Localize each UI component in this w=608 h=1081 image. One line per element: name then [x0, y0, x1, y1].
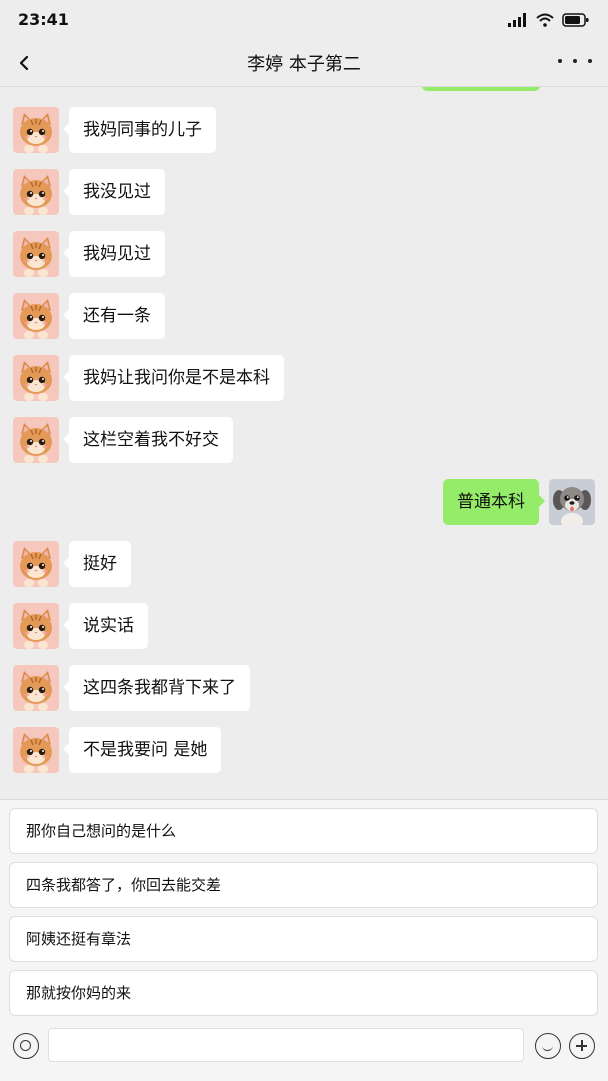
- suggestion-reply[interactable]: 四条我都答了，你回去能交差: [9, 862, 598, 908]
- message-bubble[interactable]: 我妈同事的儿子: [63, 107, 216, 153]
- chat-area[interactable]: 我妈同事的儿子 我没见过我妈见过还有一条我妈让我问你是不是本科 这栏空着我不好交普通…: [0, 87, 608, 799]
- input-row: [0, 1028, 608, 1064]
- more-dot: [588, 59, 592, 63]
- message-incoming: 挺好: [0, 541, 608, 587]
- message-incoming: 这栏空着我不好交: [0, 417, 608, 463]
- message-incoming: 我没见过: [0, 169, 608, 215]
- voice-icon[interactable]: [13, 1033, 39, 1059]
- more-dot: [558, 59, 562, 63]
- message-incoming: 还有一条: [0, 293, 608, 339]
- message-bubble[interactable]: 这四条我都背下来了: [63, 665, 250, 711]
- message-input[interactable]: [48, 1028, 524, 1062]
- more-dot: [573, 59, 577, 63]
- message-incoming: 这四条我都背下来了: [0, 665, 608, 711]
- message-incoming: 不是我要问 是她: [0, 727, 608, 773]
- contact-avatar[interactable]: [13, 665, 59, 711]
- contact-avatar[interactable]: [13, 293, 59, 339]
- message-bubble[interactable]: 我妈让我问你是不是本科: [63, 355, 284, 401]
- message-incoming: 我妈同事的儿子: [0, 107, 608, 153]
- contact-avatar[interactable]: [13, 541, 59, 587]
- suggestion-reply[interactable]: 阿姨还挺有章法: [9, 916, 598, 962]
- contact-avatar[interactable]: [13, 107, 59, 153]
- suggestion-reply[interactable]: 那你自己想问的是什么: [9, 808, 598, 854]
- emoji-icon[interactable]: [535, 1033, 561, 1059]
- message-incoming: 我妈见过: [0, 231, 608, 277]
- wifi-icon: [536, 13, 554, 27]
- message-bubble[interactable]: 我妈见过: [63, 231, 165, 277]
- message-incoming: 说实话: [0, 603, 608, 649]
- message-bubble[interactable]: 我没见过: [63, 169, 165, 215]
- nav-bar: 李婷 本子第二: [0, 40, 608, 87]
- chat-title: 李婷 本子第二: [247, 54, 361, 75]
- contact-avatar[interactable]: [13, 603, 59, 649]
- contact-avatar[interactable]: [13, 417, 59, 463]
- contact-avatar[interactable]: [13, 231, 59, 277]
- reply-panel: 那你自己想问的是什么 四条我都答了，你回去能交差 阿姨还挺有章法 那就按你妈的来: [0, 799, 608, 1081]
- status-icons: [508, 12, 590, 28]
- my-avatar[interactable]: [549, 479, 595, 525]
- message-bubble[interactable]: 挺好: [63, 541, 131, 587]
- battery-icon: [562, 13, 589, 27]
- message-outgoing: 普通本科: [0, 479, 608, 525]
- contact-avatar[interactable]: [13, 355, 59, 401]
- more-button[interactable]: [558, 50, 592, 72]
- signal-icon: [508, 13, 526, 27]
- previous-message-bubble: [422, 87, 540, 91]
- message-bubble[interactable]: 这栏空着我不好交: [63, 417, 233, 463]
- message-bubble[interactable]: 说实话: [63, 603, 148, 649]
- message-incoming: 我妈让我问你是不是本科: [0, 355, 608, 401]
- message-bubble[interactable]: 还有一条: [63, 293, 165, 339]
- status-time: 23:41: [18, 10, 69, 29]
- contact-avatar[interactable]: [13, 169, 59, 215]
- plus-icon[interactable]: [569, 1033, 595, 1059]
- contact-avatar[interactable]: [13, 727, 59, 773]
- status-bar: 23:41: [0, 0, 608, 40]
- suggestion-reply[interactable]: 那就按你妈的来: [9, 970, 598, 1016]
- message-bubble[interactable]: 不是我要问 是她: [62, 727, 222, 773]
- message-bubble[interactable]: 普通本科: [443, 479, 545, 525]
